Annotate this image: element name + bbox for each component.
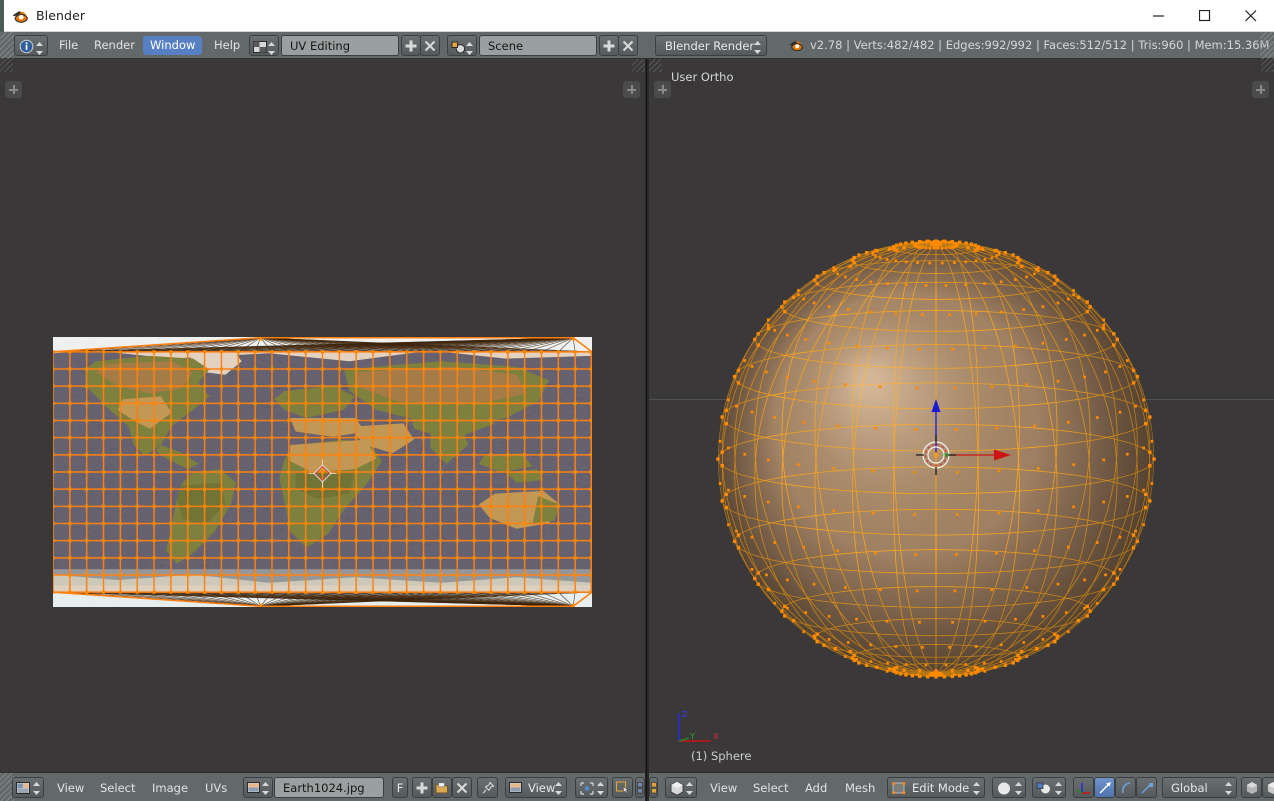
svg-text:X: X: [713, 732, 719, 741]
uv-menu-view[interactable]: View: [51, 779, 90, 797]
minimize-icon[interactable]: [1136, 0, 1182, 31]
uv-sidebar-expand-button[interactable]: [623, 81, 640, 98]
render-engine-label: Blender Render: [665, 36, 754, 57]
area-corner-handle[interactable]: [0, 59, 13, 72]
render-engine-dropdown[interactable]: Blender Render: [655, 35, 767, 56]
maximize-icon[interactable]: [1182, 0, 1228, 31]
3d-view-editor-icon[interactable]: [665, 777, 697, 798]
screen-layout-glyph: [253, 39, 268, 54]
blender-logo-small-icon: [788, 37, 804, 53]
chevron-updown-icon: [36, 40, 43, 53]
menu-window[interactable]: Window: [143, 36, 202, 55]
image-datablock-icon[interactable]: [243, 777, 273, 798]
3d-view-header: View Select Add Mesh Edit Mode Global: [649, 772, 1274, 801]
mode-label: Edit Mode: [912, 778, 969, 799]
svg-text:Z: Z: [682, 710, 688, 719]
uv-toolshelf-expand-button[interactable]: [5, 81, 22, 98]
add-screen-layout-button[interactable]: [401, 35, 421, 56]
manipulator-move-icon[interactable]: [1094, 777, 1115, 798]
v3d-menu-add[interactable]: Add: [799, 779, 833, 797]
image-view-mode-label: View: [528, 778, 555, 799]
layer-cube-icon[interactable]: [1262, 777, 1274, 798]
pin-icon[interactable]: [477, 777, 498, 798]
layer-cube-icon[interactable]: [1241, 777, 1262, 798]
v3d-menu-select[interactable]: Select: [747, 779, 794, 797]
blender-logo-icon: [11, 7, 29, 25]
uv-sync-selection-icon[interactable]: [612, 777, 633, 798]
uv-menu-image[interactable]: Image: [146, 779, 194, 797]
info-editor-icon[interactable]: [14, 35, 48, 56]
delete-scene-button[interactable]: [618, 35, 638, 56]
transform-orientation-dropdown[interactable]: Global: [1162, 777, 1237, 798]
area-corner-handle[interactable]: [632, 59, 645, 72]
screen-layout-field[interactable]: UV Editing: [281, 35, 399, 56]
scene-glyph: [451, 39, 466, 54]
fake-user-button[interactable]: F: [392, 777, 408, 798]
manipulator-rotate-icon[interactable]: [1115, 777, 1136, 798]
uv-menu-select[interactable]: Select: [94, 779, 141, 797]
window-frame-edge: [0, 0, 4, 32]
unlink-x-icon[interactable]: [452, 777, 472, 798]
snap-magnet-icon[interactable]: [1032, 777, 1066, 798]
transform-orientation-label: Global: [1171, 778, 1208, 799]
3d-viewport-area: User Ortho Z X Y (1) Sphere: [649, 59, 1274, 772]
pivot-icon[interactable]: [575, 777, 608, 798]
uv-image-editor-area: [0, 59, 645, 772]
chevron-updown-icon: [754, 40, 761, 53]
folder-open-icon[interactable]: [432, 777, 452, 798]
uv-layout-canvas[interactable]: [53, 337, 592, 607]
shading-solid-icon[interactable]: [992, 777, 1026, 798]
blender-top-header: File Render Window Help UV Editing Scene…: [0, 32, 1274, 59]
window-title: Blender: [36, 8, 85, 23]
window-titlebar: Blender: [0, 0, 1274, 32]
uv-menu-uvs[interactable]: UVs: [199, 779, 233, 797]
image-view-mode-dropdown[interactable]: View: [505, 777, 567, 798]
select-mode-icon[interactable]: [635, 777, 645, 798]
area-splitter[interactable]: [645, 59, 649, 801]
chevron-updown-icon: [466, 40, 473, 53]
chevron-updown-icon: [268, 40, 275, 53]
blender-window: Blender File Render Window Help UV Editi…: [0, 0, 1274, 801]
menu-file[interactable]: File: [52, 36, 85, 55]
v3d-menu-view[interactable]: View: [704, 779, 743, 797]
close-icon[interactable]: [1228, 0, 1274, 31]
add-scene-button[interactable]: [599, 35, 619, 56]
manipulator-scale-icon[interactable]: [1136, 777, 1157, 798]
svg-text:Y: Y: [689, 732, 695, 741]
image-name-field[interactable]: Earth1024.jpg: [274, 777, 384, 798]
uv-image-editor-icon[interactable]: [12, 777, 44, 798]
delete-screen-layout-button[interactable]: [420, 35, 440, 56]
mode-dropdown[interactable]: Edit Mode: [887, 777, 985, 798]
manipulator-axis-icon[interactable]: [1073, 777, 1094, 798]
menu-render[interactable]: Render: [87, 36, 142, 55]
screen-layout-icon[interactable]: [249, 35, 279, 56]
header-corner-grip[interactable]: [0, 32, 14, 59]
uv-editor-header: View Select Image UVs Earth1024.jpg F Vi…: [0, 772, 645, 801]
menu-help[interactable]: Help: [207, 36, 247, 55]
header-corner-grip-right[interactable]: [1260, 32, 1274, 59]
info-icon: [19, 39, 34, 54]
active-object-label: (1) Sphere: [691, 749, 751, 763]
scene-icon[interactable]: [447, 35, 477, 56]
v3d-menu-mesh[interactable]: Mesh: [839, 779, 881, 797]
header-edge-icon[interactable]: [649, 777, 658, 798]
new-image-button[interactable]: [412, 777, 432, 798]
scene-field[interactable]: Scene: [479, 35, 597, 56]
mini-axis-gizmo: Z X Y: [673, 707, 733, 747]
sphere-render[interactable]: [649, 59, 1274, 772]
status-text: v2.78 | Verts:482/482 | Edges:992/992 | …: [810, 38, 1274, 52]
